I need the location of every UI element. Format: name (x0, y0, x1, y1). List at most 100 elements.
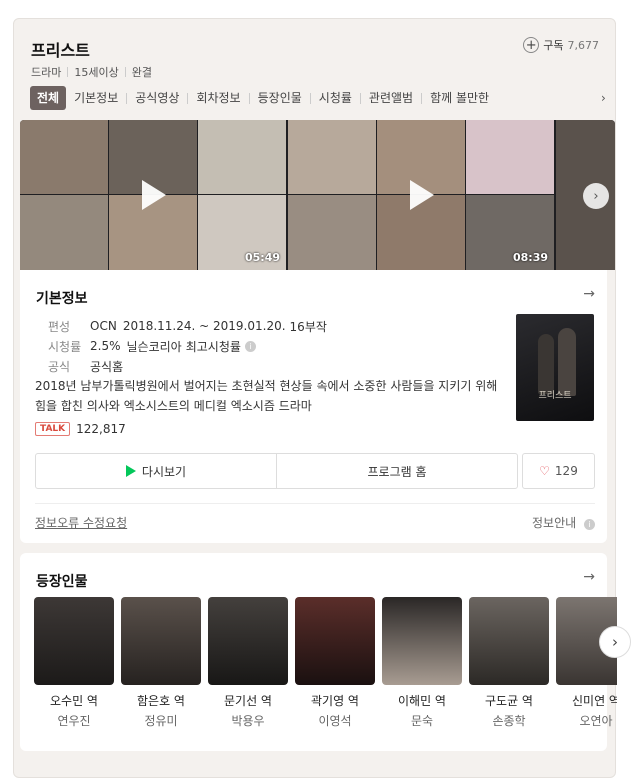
cast-actor: 문숙 (410, 714, 434, 728)
tab-all[interactable]: 전체 (30, 86, 67, 110)
cast-role: 문기선 역 (224, 694, 272, 708)
basic-info-card: 기본정보 → 편성 OCN 2018.11.24. ~ 2019.01.20. … (20, 270, 607, 543)
info-icon[interactable]: i (244, 340, 256, 352)
drama-poster[interactable]: 프리스트 (516, 314, 594, 421)
episode-count: 16부작 (289, 319, 327, 334)
tab-bar: 전체 기본정보 공식영상 회차정보 등장인물 시청률 관련앨범 함께 볼만한 (30, 85, 608, 111)
info-row-schedule: 편성 OCN 2018.11.24. ~ 2019.01.20. 16부작 (48, 316, 327, 336)
cast-actor: 손종학 (492, 714, 526, 728)
cast-actor: 정유미 (144, 714, 178, 728)
cast-photo (34, 597, 114, 685)
info-row-rating: 시청률 2.5% 닐슨코리아 최고시청률 i (48, 336, 327, 356)
meta-divider (67, 67, 69, 77)
air-period: 2018.11.24. ~ 2019.01.20. (122, 319, 286, 333)
talk-number: 122,817 (76, 422, 126, 436)
video-thumbnail-1[interactable]: 05:49 (20, 120, 286, 270)
plus-icon: + (523, 37, 540, 53)
cast-member[interactable]: 이해민 역 문숙 (382, 597, 462, 729)
play-icon (410, 180, 434, 210)
play-icon (142, 180, 166, 210)
primary-button-group: 다시보기 프로그램 홈 (35, 453, 518, 489)
info-row-official: 공식 공식홈 (48, 356, 327, 376)
tab-cast[interactable]: 등장인물 (250, 86, 310, 110)
rating-desc: 최고시청률 (185, 339, 241, 354)
rating-source: 닐슨코리아 (126, 339, 182, 354)
official-home-link[interactable]: 공식홈 (90, 358, 123, 375)
cast-photo (295, 597, 375, 685)
subscribe-count: 7,677 (567, 38, 600, 52)
card-divider (35, 503, 595, 504)
cast-actor: 박용우 (231, 714, 265, 728)
poster-figure (538, 334, 554, 394)
cast-member[interactable]: 곽기영 역 이영석 (295, 597, 375, 729)
poster-figure (558, 328, 576, 396)
cast-actor: 이영석 (318, 714, 352, 728)
video-frame (20, 120, 108, 194)
info-guide-label: 정보안내 (532, 516, 577, 530)
cast-member[interactable]: 함은호 역 정유미 (121, 597, 201, 729)
tab-ratings[interactable]: 시청률 (311, 86, 360, 110)
cast-photo (469, 597, 549, 685)
video-next-icon[interactable]: › (583, 183, 609, 209)
cast-role: 오수민 역 (50, 694, 98, 708)
tab-official-video[interactable]: 공식영상 (127, 86, 187, 110)
video-frame (288, 120, 376, 194)
arrow-right-icon[interactable]: → (583, 286, 595, 302)
cast-list: 오수민 역 연우진 함은호 역 정유미 문기선 역 박용우 곽기영 역 이영석 … (34, 597, 617, 742)
cast-role: 이해민 역 (398, 694, 446, 708)
tab-albums[interactable]: 관련앨범 (361, 86, 421, 110)
video-thumbnail-2[interactable]: 08:39 (288, 120, 554, 270)
video-duration: 08:39 (512, 251, 548, 264)
basic-info-title: 기본정보 (36, 291, 88, 307)
cast-member[interactable]: 신미연 역 오연아 (556, 597, 617, 729)
program-home-label: 프로그램 홈 (367, 464, 427, 479)
like-count: 129 (554, 464, 578, 478)
subscribe-label: 구독 (543, 39, 564, 52)
rating-value: 2.5% (90, 339, 121, 353)
video-strip: 05:49 08:39 › (20, 120, 615, 270)
talk-badge: TALK (35, 422, 71, 436)
card-footer: 정보오류 수정요청 정보안내 i (35, 514, 595, 531)
like-button[interactable]: ♡ 129 (522, 453, 595, 489)
action-buttons: 다시보기 프로그램 홈 ♡ 129 (35, 453, 595, 489)
cast-member[interactable]: 문기선 역 박용우 (208, 597, 288, 729)
channel-link[interactable]: OCN (90, 319, 117, 333)
tab-basic-info[interactable]: 기본정보 (66, 86, 126, 110)
info-icon: i (584, 519, 595, 530)
cast-member[interactable]: 오수민 역 연우진 (34, 597, 114, 729)
video-frame (466, 120, 554, 194)
cast-role: 함은호 역 (137, 694, 185, 708)
poster-title: 프리스트 (538, 391, 572, 401)
arrow-right-icon[interactable]: → (583, 569, 595, 585)
video-frame (288, 195, 376, 270)
talk-count[interactable]: TALK 122,817 (35, 422, 126, 436)
video-frame (20, 195, 108, 270)
page-title: 프리스트 (31, 41, 90, 60)
tab-recommend[interactable]: 함께 볼만한 (422, 86, 497, 110)
play-icon (125, 465, 136, 477)
cast-role: 신미연 역 (572, 694, 617, 708)
cast-photo (382, 597, 462, 685)
subscribe-button[interactable]: + 구독 7,677 (523, 37, 599, 53)
cast-title: 등장인물 (36, 574, 88, 590)
program-home-button[interactable]: 프로그램 홈 (276, 454, 517, 488)
cast-member[interactable]: 구도균 역 손종학 (469, 597, 549, 729)
info-guide-link[interactable]: 정보안내 i (532, 514, 595, 531)
drama-description: 2018년 남부가톨릭병원에서 벌어지는 초현실적 현상들 속에서 소중한 사람… (35, 379, 498, 413)
drama-meta: 드라마 15세이상 완결 (31, 64, 152, 80)
cast-actor: 오연아 (579, 714, 613, 728)
watch-again-label: 다시보기 (141, 464, 187, 479)
cast-actor: 연우진 (57, 714, 91, 728)
tab-episodes[interactable]: 회차정보 (188, 86, 248, 110)
watch-again-button[interactable]: 다시보기 (36, 454, 276, 488)
meta-age-rating: 15세이상 (74, 66, 119, 79)
cast-role: 구도균 역 (485, 694, 533, 708)
video-frame (198, 120, 286, 194)
cast-role: 곽기영 역 (311, 694, 359, 708)
meta-genre: 드라마 (31, 66, 62, 79)
error-report-link[interactable]: 정보오류 수정요청 (35, 514, 127, 531)
cast-next-icon[interactable]: › (599, 626, 631, 658)
heart-icon: ♡ (539, 464, 550, 478)
tabs-next-icon[interactable]: › (601, 91, 626, 105)
meta-status: 완결 (131, 66, 152, 79)
